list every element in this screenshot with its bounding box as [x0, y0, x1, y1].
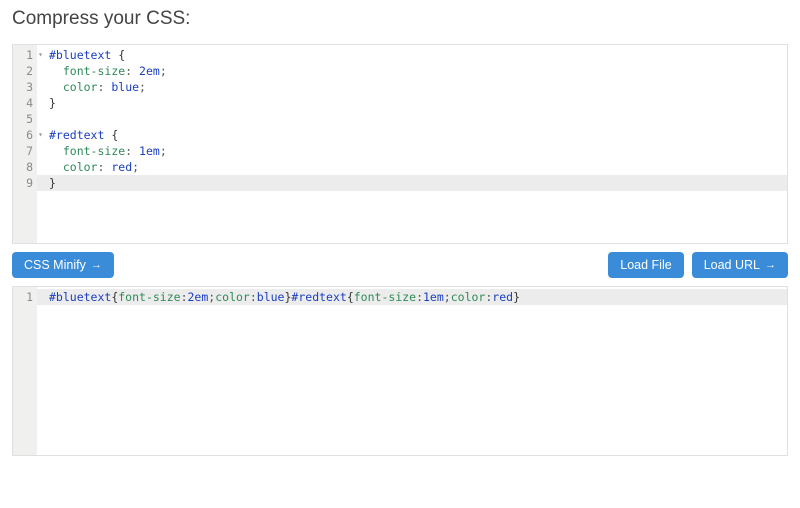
- code-line: color: blue;: [49, 79, 781, 95]
- input-code-area[interactable]: #bluetext { font-size: 2em; color: blue;…: [37, 45, 787, 243]
- code-line: #bluetext{font-size:2em;color:blue}#redt…: [49, 289, 781, 305]
- code-line: font-size: 1em;: [49, 143, 781, 159]
- gutter-line: 3: [15, 79, 33, 95]
- code-line: font-size: 2em;: [49, 63, 781, 79]
- code-line: }: [49, 175, 781, 191]
- load-file-label: Load File: [620, 258, 671, 272]
- gutter-line: 1: [15, 289, 33, 305]
- load-url-label: Load URL: [704, 258, 760, 272]
- css-minify-button[interactable]: CSS Minify →: [12, 252, 114, 278]
- code-line: #redtext {: [49, 127, 781, 143]
- arrow-right-icon: →: [91, 260, 102, 271]
- toolbar: CSS Minify → Load File Load URL →: [12, 252, 788, 278]
- gutter-line: 4: [15, 95, 33, 111]
- css-input-editor[interactable]: 123456789 #bluetext { font-size: 2em; co…: [12, 44, 788, 244]
- arrow-right-icon: →: [765, 260, 776, 271]
- load-url-button[interactable]: Load URL →: [692, 252, 788, 278]
- css-output-editor[interactable]: 1 #bluetext{font-size:2em;color:blue}#re…: [12, 286, 788, 456]
- page-title: Compress your CSS:: [12, 8, 788, 30]
- code-line: }: [49, 95, 781, 111]
- output-code-area[interactable]: #bluetext{font-size:2em;color:blue}#redt…: [37, 287, 787, 455]
- input-gutter: 123456789: [13, 45, 37, 243]
- code-line: #bluetext {: [49, 47, 781, 63]
- gutter-line: 2: [15, 63, 33, 79]
- gutter-line: 1: [15, 47, 33, 63]
- gutter-line: 9: [15, 175, 33, 191]
- gutter-line: 8: [15, 159, 33, 175]
- code-line: color: red;: [49, 159, 781, 175]
- output-gutter: 1: [13, 287, 37, 455]
- load-file-button[interactable]: Load File: [608, 252, 683, 278]
- gutter-line: 6: [15, 127, 33, 143]
- code-line: [49, 111, 781, 127]
- gutter-line: 5: [15, 111, 33, 127]
- css-minify-label: CSS Minify: [24, 258, 86, 272]
- gutter-line: 7: [15, 143, 33, 159]
